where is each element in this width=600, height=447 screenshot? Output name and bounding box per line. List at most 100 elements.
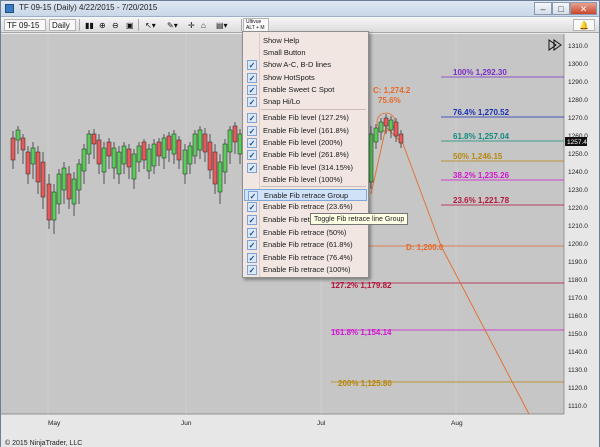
menu-item-label: Enable Fib retrace (23.6%) <box>263 202 353 211</box>
menu-item[interactable]: ✓ Enable Fib retrace (76.4%) <box>244 252 367 264</box>
checkmark-icon: ✓ <box>247 85 257 95</box>
menu-item[interactable]: Enable Fib level (100%) <box>244 174 367 186</box>
y-tick: 1200.0 <box>568 241 588 248</box>
draw-pen-icon[interactable]: ✎▾ <box>164 19 181 31</box>
fib-label-61: 61.8% 1,257.04 <box>453 132 510 141</box>
menu-item[interactable]: ✓ Enable Sweet C Spot <box>244 84 367 96</box>
checkmark-icon: ✓ <box>247 163 257 173</box>
checkmark-icon: ✓ <box>247 253 257 263</box>
x-tick: May <box>48 420 61 427</box>
menu-item-label: Enable Fib level (261.8%) <box>263 150 349 159</box>
y-tick: 1230.0 <box>568 187 588 194</box>
chart-window: TF 09-15 (Daily) 4/22/2015 - 7/20/2015 –… <box>0 0 600 447</box>
x-tick: Jul <box>317 420 326 427</box>
menu-item[interactable]: ✓ Enable Fib level (127.2%) <box>244 112 367 124</box>
bar-style-icon[interactable]: ▮▮ <box>82 19 97 31</box>
y-tick: 1280.0 <box>568 97 588 104</box>
menu-item-label: Enable Fib level (200%) <box>263 138 343 147</box>
fib-label-127: 127.2% 1,179.82 <box>331 281 392 290</box>
checkmark-icon: ✓ <box>247 73 257 83</box>
crosshair-icon[interactable]: ✛ <box>185 19 198 31</box>
fib-label-50: 50% 1,246.15 <box>453 152 503 161</box>
minimize-button[interactable]: – <box>534 2 552 15</box>
menu-item-label: Enable Fib retrace (50%) <box>263 228 347 237</box>
instrument-selector[interactable]: TF 09-15 ▾ <box>4 19 46 41</box>
checkmark-icon: ✓ <box>247 150 257 160</box>
y-tick: 1110.0 <box>568 403 587 410</box>
strategy-icon[interactable]: ▤▾ <box>213 19 231 31</box>
menu-item[interactable]: Small Button <box>244 47 367 59</box>
menu-item-label: Show HotSpots <box>263 73 315 82</box>
checkmark-icon: ✓ <box>247 228 257 238</box>
menu-item[interactable]: ✓ Show HotSpots <box>244 72 367 84</box>
point-c-label: C: 1,274.2 <box>373 86 411 95</box>
y-tick: 1290.0 <box>568 79 588 86</box>
alert-icon[interactable]: 🔔 <box>573 19 595 31</box>
menu-item[interactable]: ✓ Enable Fib retrace Group <box>244 189 367 201</box>
fib-label-200: 200% 1,125.80 <box>338 379 392 388</box>
zoom-out-icon[interactable]: ⊖ <box>109 19 122 31</box>
fib-label-161: 161.8% 1,154.14 <box>331 328 392 337</box>
lock-icon[interactable]: ⌂ <box>198 19 209 31</box>
interval-selector[interactable]: Daily ▾ <box>49 19 76 41</box>
menu-item[interactable]: ✓ Enable Fib level (314.15%) <box>244 162 367 174</box>
checkmark-icon: ✓ <box>247 202 257 212</box>
menu-item[interactable]: ✓ Enable Fib level (161.8%) <box>244 125 367 137</box>
y-tick: 1140.0 <box>568 349 588 356</box>
menu-item[interactable]: ✓ Enable Fib retrace (23.6%) <box>244 201 367 213</box>
window-title: TF 09-15 (Daily) 4/22/2015 - 7/20/2015 <box>19 3 158 12</box>
zoom-in-icon[interactable]: ⊕ <box>96 19 109 31</box>
point-d-label: D: 1,200.0 <box>406 243 444 252</box>
menu-item[interactable]: ✓ Enable Fib retrace (61.8%) <box>244 239 367 251</box>
checkmark-icon: ✓ <box>247 113 257 123</box>
checkmark-icon: ✓ <box>247 97 257 107</box>
close-button[interactable]: ✕ <box>570 2 597 15</box>
toolbar-separator <box>79 19 80 31</box>
checkmark-icon: ✓ <box>247 60 257 70</box>
maximize-button[interactable]: □ <box>552 2 570 15</box>
menu-item-label: Show A-C, B-D lines <box>263 60 331 69</box>
y-tick: 1250.0 <box>568 151 588 158</box>
y-tick: 1130.0 <box>568 367 588 374</box>
menu-item[interactable]: ✓ Show A-C, B-D lines <box>244 59 367 71</box>
menu-item-label: Enable Fib level (127.2%) <box>263 113 349 122</box>
menu-separator <box>261 109 366 110</box>
ultivue-button[interactable]: Ultivue ALT + M <box>243 18 269 32</box>
y-tick: 1240.0 <box>568 169 588 176</box>
y-tick: 1310.0 <box>568 43 588 50</box>
menu-item[interactable]: ✓ Enable Fib retrace (50%) <box>244 227 367 239</box>
checkmark-icon: ✓ <box>248 191 258 201</box>
tooltip: Toggle Fib retrace line Group <box>310 213 409 225</box>
menu-item-label: Enable Fib level (161.8%) <box>263 126 349 135</box>
y-tick: 1160.0 <box>568 313 588 320</box>
menu-item[interactable]: ✓ Enable Fib level (200%) <box>244 137 367 149</box>
fib-label-100: 100% 1,292.30 <box>453 68 507 77</box>
title-bar[interactable]: TF 09-15 (Daily) 4/22/2015 - 7/20/2015 –… <box>1 1 599 17</box>
pointer-icon[interactable]: ↖▾ <box>142 19 159 31</box>
y-tick: 1270.0 <box>568 115 588 122</box>
y-tick: 1300.0 <box>568 61 588 68</box>
checkmark-icon: ✓ <box>247 265 257 275</box>
checkmark-icon: ✓ <box>247 215 257 225</box>
menu-item[interactable]: Show Help <box>244 35 367 47</box>
y-tick: 1210.0 <box>568 223 588 230</box>
indicator-context-menu: Show Help Small Button ✓ Show A-C, B-D line… <box>242 31 369 278</box>
y-tick: 1170.0 <box>568 295 588 302</box>
properties-icon[interactable]: ▣ <box>123 19 137 31</box>
x-tick: Jun <box>181 420 192 427</box>
menu-item[interactable]: ✓ Snap Hi/Lo <box>244 96 367 108</box>
current-price-label: 1257.4 <box>567 139 587 146</box>
time-axis <box>1 414 599 447</box>
menu-item[interactable]: ✓ Enable Fib retrace (100%) <box>244 264 367 276</box>
menu-item-label: Enable Fib retrace (100%) <box>263 265 351 274</box>
instrument-label: TF 09-15 <box>7 21 40 30</box>
toolbar-separator <box>138 19 139 31</box>
menu-item[interactable]: ✓ Enable Fib level (261.8%) <box>244 149 367 161</box>
y-tick: 1120.0 <box>568 385 588 392</box>
copyright-label: © 2015 NinjaTrader, LLC <box>5 440 83 447</box>
y-tick: 1220.0 <box>568 205 588 212</box>
checkmark-icon: ✓ <box>247 138 257 148</box>
y-tick: 1180.0 <box>568 277 588 284</box>
menu-item-label: Snap Hi/Lo <box>263 97 301 106</box>
x-tick: Aug <box>451 420 463 427</box>
